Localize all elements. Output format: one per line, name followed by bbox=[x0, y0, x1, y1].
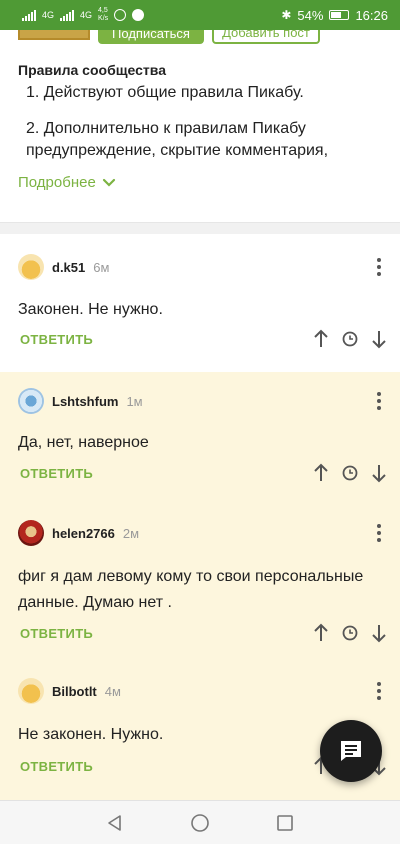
comment: d.k51 6м Законен. Не нужно. ОТВЕТИТЬ bbox=[0, 236, 400, 368]
more-label: Подробнее bbox=[18, 174, 96, 191]
clock: 16:26 bbox=[355, 7, 388, 23]
status-right: ✱ 54% 16:26 bbox=[281, 8, 388, 23]
home-icon[interactable] bbox=[190, 813, 210, 833]
reply-button[interactable]: ОТВЕТИТЬ bbox=[20, 626, 93, 641]
avatar[interactable] bbox=[18, 254, 44, 280]
comment-header: helen2766 2м bbox=[18, 520, 139, 546]
more-options-icon[interactable] bbox=[372, 682, 386, 700]
more-options-icon[interactable] bbox=[372, 258, 386, 276]
comment-header: d.k51 6м bbox=[18, 254, 109, 280]
reply-button[interactable]: ОТВЕТИТЬ bbox=[20, 332, 93, 347]
write-comment-button[interactable] bbox=[320, 720, 382, 782]
comment-text: Законен. Не нужно. bbox=[18, 301, 163, 318]
comment-actions bbox=[314, 463, 386, 483]
upvote-icon[interactable] bbox=[314, 463, 328, 483]
username[interactable]: d.k51 bbox=[52, 260, 85, 275]
network-label: 4G bbox=[42, 10, 55, 20]
clock-icon[interactable] bbox=[342, 465, 358, 481]
comment-text: Да, нет, наверное bbox=[18, 434, 149, 451]
comment-header: Bilbotlt 4м bbox=[18, 678, 121, 704]
alarm-icon bbox=[114, 9, 127, 21]
comment-icon bbox=[341, 741, 361, 761]
speed-value: 4,5 bbox=[98, 7, 108, 14]
username[interactable]: Bilbotlt bbox=[52, 684, 97, 699]
app-notification-icon bbox=[132, 9, 145, 21]
community-image bbox=[18, 30, 90, 40]
comment-time: 6м bbox=[93, 259, 110, 275]
more-options-icon[interactable] bbox=[372, 392, 386, 410]
chevron-down-icon bbox=[102, 178, 115, 187]
clock-icon[interactable] bbox=[342, 331, 358, 347]
comment-time: 1м bbox=[126, 393, 143, 409]
status-left: 4G 4G 4,5 K/s bbox=[22, 7, 145, 23]
subscribe-button[interactable]: Подписаться bbox=[98, 30, 204, 44]
speed-unit: K/s bbox=[98, 15, 109, 22]
status-bar: 4G 4G 4,5 K/s ✱ 54% 16:26 bbox=[0, 0, 400, 30]
upvote-icon[interactable] bbox=[314, 623, 328, 643]
add-post-button[interactable]: Добавить пост bbox=[212, 30, 320, 44]
clock-icon[interactable] bbox=[342, 625, 358, 641]
downvote-icon[interactable] bbox=[372, 463, 386, 483]
comment-text: фиг я дам левому кому то свои персональн… bbox=[18, 568, 364, 611]
bluetooth-icon: ✱ bbox=[281, 8, 292, 22]
comment-time: 4м bbox=[104, 683, 121, 699]
rule-item: 1. Действуют общие правила Пикабу. bbox=[26, 84, 304, 101]
signal-icon bbox=[22, 9, 36, 21]
community-rules: Правила сообщества 1. Действуют общие пр… bbox=[18, 62, 386, 162]
rule-item: 2. Дополнительно к правилам Пикабу преду… bbox=[26, 120, 329, 159]
comment-actions bbox=[314, 623, 386, 643]
signal-icon-2 bbox=[60, 9, 75, 21]
section-divider bbox=[0, 222, 400, 234]
network-label-2: 4G bbox=[80, 10, 93, 20]
more-button[interactable]: Подробнее bbox=[18, 174, 116, 191]
avatar[interactable] bbox=[18, 520, 44, 546]
more-options-icon[interactable] bbox=[372, 524, 386, 542]
comment: helen2766 2м фиг я дам левому кому то св… bbox=[0, 502, 400, 662]
downvote-icon[interactable] bbox=[372, 329, 386, 349]
rules-title: Правила сообщества bbox=[18, 62, 166, 78]
back-icon[interactable] bbox=[106, 814, 124, 832]
reply-button[interactable]: ОТВЕТИТЬ bbox=[20, 759, 93, 774]
reply-button[interactable]: ОТВЕТИТЬ bbox=[20, 466, 93, 481]
network-speed: 4,5 K/s bbox=[98, 7, 108, 23]
avatar[interactable] bbox=[18, 678, 44, 704]
username[interactable]: Lshtshfum bbox=[52, 394, 118, 409]
recents-icon[interactable] bbox=[276, 814, 294, 832]
downvote-icon[interactable] bbox=[372, 623, 386, 643]
comment: Lshtshfum 1м Да, нет, наверное ОТВЕТИТЬ bbox=[0, 372, 400, 502]
battery-percent: 54% bbox=[297, 7, 324, 23]
comment-actions bbox=[314, 329, 386, 349]
username[interactable]: helen2766 bbox=[52, 526, 115, 541]
system-nav-bar bbox=[0, 800, 400, 844]
avatar[interactable] bbox=[18, 388, 44, 414]
comment-time: 2м bbox=[122, 525, 140, 541]
community-header: Подписаться Добавить пост bbox=[0, 30, 400, 46]
comment-header: Lshtshfum 1м bbox=[18, 388, 143, 414]
upvote-icon[interactable] bbox=[314, 329, 328, 349]
battery-icon bbox=[329, 10, 350, 20]
